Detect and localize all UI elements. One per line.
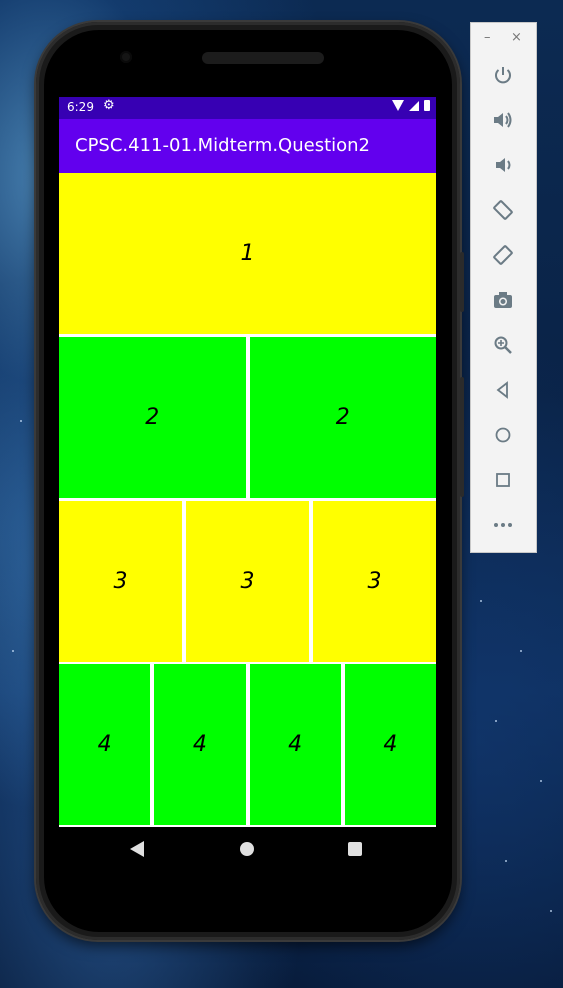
power-icon[interactable] (488, 60, 518, 90)
zoom-icon[interactable] (488, 330, 518, 360)
app-title: CPSC.411-01.Midterm.Question2 (75, 135, 371, 156)
star (12, 650, 14, 652)
app-bar: CPSC.411-01.Midterm.Question2 (59, 119, 436, 173)
status-icons (392, 100, 430, 111)
status-bar: 6:29 ⚙ (59, 97, 436, 119)
nav-recents-icon[interactable] (348, 842, 362, 856)
nav-home-icon[interactable] (240, 842, 254, 856)
cell-1[interactable]: 1 (59, 173, 436, 334)
home-icon[interactable] (488, 420, 518, 450)
cell-2a[interactable]: 2 (59, 337, 246, 498)
android-nav-bar (59, 827, 436, 872)
power-side-button (460, 252, 464, 312)
star (550, 910, 552, 912)
minimize-button[interactable]: – (484, 30, 491, 45)
volume-side-button (460, 377, 464, 497)
emulator-toolbar: – × (470, 22, 537, 553)
rotate-right-icon[interactable] (488, 240, 518, 270)
grid-row-3: 3 3 3 (59, 501, 436, 662)
cell-2b[interactable]: 2 (249, 337, 436, 498)
star (495, 720, 497, 722)
device-screen: 6:29 ⚙ CPSC.411-01.Midterm.Question2 1 2… (59, 97, 436, 827)
nav-back-icon[interactable] (130, 841, 144, 857)
star (540, 780, 542, 782)
grid-row-2: 2 2 (59, 337, 436, 498)
star (480, 600, 482, 602)
front-camera (120, 51, 132, 63)
star (505, 860, 507, 862)
cell-3b[interactable]: 3 (186, 501, 309, 662)
cell-4b[interactable]: 4 (154, 664, 246, 825)
grid-row-1: 1 (59, 173, 436, 334)
star (520, 650, 522, 652)
star (20, 420, 22, 422)
grid-row-4: 4 4 4 4 (59, 664, 436, 825)
grid-content: 1 2 2 3 3 3 4 4 4 4 (59, 173, 436, 827)
back-icon[interactable] (488, 375, 518, 405)
close-button[interactable]: × (511, 30, 522, 45)
rotate-left-icon[interactable] (488, 195, 518, 225)
more-icon[interactable] (488, 510, 518, 540)
cell-4a[interactable]: 4 (59, 664, 151, 825)
battery-icon (424, 100, 430, 111)
volume-up-icon[interactable] (488, 105, 518, 135)
cell-3a[interactable]: 3 (59, 501, 182, 662)
cell-4c[interactable]: 4 (249, 664, 341, 825)
cell-4d[interactable]: 4 (344, 664, 436, 825)
settings-gear-icon: ⚙ (103, 98, 115, 113)
wifi-icon (392, 100, 404, 111)
cell-3c[interactable]: 3 (313, 501, 436, 662)
overview-icon[interactable] (488, 465, 518, 495)
volume-down-icon[interactable] (488, 150, 518, 180)
earpiece-speaker (202, 52, 324, 64)
status-time: 6:29 (67, 100, 94, 114)
camera-icon[interactable] (488, 285, 518, 315)
signal-icon (409, 100, 419, 111)
